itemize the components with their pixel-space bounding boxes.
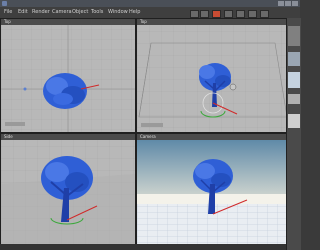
menu-object[interactable]: Object bbox=[72, 9, 88, 15]
toolbar-button[interactable] bbox=[260, 10, 269, 18]
light-marker[interactable] bbox=[23, 87, 27, 91]
panel-thumbnail[interactable] bbox=[288, 72, 300, 88]
app-icon bbox=[2, 1, 7, 6]
menu-file[interactable]: File bbox=[4, 9, 12, 15]
toolbar-button[interactable] bbox=[200, 10, 209, 18]
maximize-icon[interactable] bbox=[285, 1, 291, 6]
title-bar bbox=[0, 0, 300, 7]
panel-thumbnail[interactable] bbox=[288, 94, 300, 104]
bottom-right-viewport[interactable]: Camera bbox=[136, 133, 288, 246]
viewport-canvas[interactable] bbox=[1, 19, 135, 132]
minimize-icon[interactable] bbox=[278, 1, 284, 6]
panel-thumbnail[interactable] bbox=[288, 52, 300, 66]
toolbar-button[interactable] bbox=[248, 10, 257, 18]
menu-window[interactable]: Window bbox=[108, 9, 128, 15]
side-panel[interactable] bbox=[286, 18, 301, 250]
menu-edit[interactable]: Edit bbox=[18, 9, 28, 15]
top-right-viewport[interactable]: Top bbox=[136, 18, 288, 133]
panel-thumbnail[interactable] bbox=[288, 114, 300, 128]
window-controls bbox=[278, 1, 298, 6]
panel-thumbnail[interactable] bbox=[288, 26, 300, 46]
menu-render[interactable]: Render bbox=[32, 9, 50, 15]
render-canvas[interactable] bbox=[137, 134, 287, 245]
status-bar bbox=[0, 244, 286, 250]
menu-camera[interactable]: Camera bbox=[52, 9, 72, 15]
viewport-badge bbox=[141, 123, 163, 127]
toolbar-button[interactable] bbox=[236, 10, 245, 18]
viewport-badge bbox=[5, 122, 25, 126]
bottom-left-viewport[interactable]: Side bbox=[0, 133, 136, 246]
toolbar-button-active[interactable] bbox=[212, 10, 221, 18]
toolbar-button[interactable] bbox=[190, 10, 199, 18]
tree-canopy[interactable] bbox=[43, 73, 87, 109]
camera-handle-icon[interactable] bbox=[229, 83, 237, 91]
viewport-canvas[interactable] bbox=[1, 134, 135, 245]
viewport-canvas[interactable] bbox=[137, 19, 287, 132]
menu-tools[interactable]: Tools bbox=[91, 9, 103, 15]
toolbar-button[interactable] bbox=[224, 10, 233, 18]
top-left-viewport[interactable]: Top bbox=[0, 18, 136, 133]
menu-help[interactable]: Help bbox=[129, 9, 140, 15]
close-icon[interactable] bbox=[292, 1, 298, 6]
